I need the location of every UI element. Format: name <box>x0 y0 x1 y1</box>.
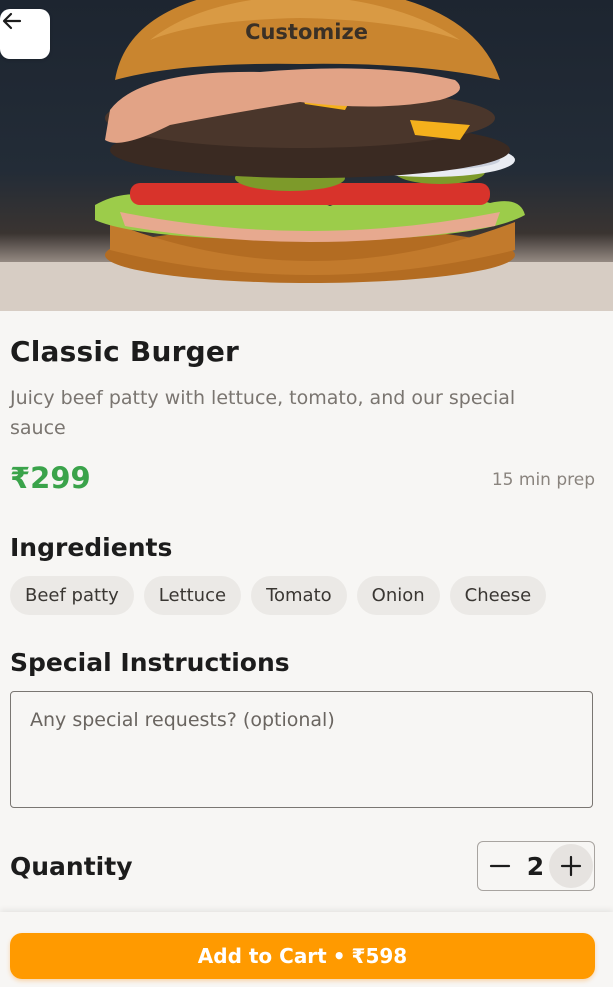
bottom-action-bar: Add to Cart • ₹598 <box>0 912 613 987</box>
ingredient-chip[interactable]: Lettuce <box>143 576 242 615</box>
ingredient-chips: Beef patty Lettuce Tomato Onion Cheese <box>10 576 547 615</box>
product-name: Classic Burger <box>10 335 240 368</box>
prep-time: 15 min prep <box>491 470 595 490</box>
add-to-cart-label: Add to Cart <box>197 944 327 968</box>
ingredient-chip[interactable]: Tomato <box>251 576 347 615</box>
quantity-heading: Quantity <box>10 852 133 881</box>
quantity-stepper: 2 <box>477 841 595 891</box>
page-title: Customize <box>245 20 368 44</box>
ingredient-chip[interactable]: Beef patty <box>10 576 134 615</box>
increase-quantity-button[interactable] <box>549 844 593 888</box>
add-to-cart-button[interactable]: Add to Cart • ₹598 <box>10 933 595 979</box>
product-price: ₹299 <box>10 461 91 495</box>
burger-illustration <box>0 0 613 311</box>
separator-dot: • <box>332 944 346 968</box>
hero-image: Customize <box>0 0 613 311</box>
ingredient-chip[interactable]: Onion <box>356 576 440 615</box>
decrease-quantity-button[interactable] <box>478 844 522 888</box>
customize-screen: Customize Classic Burger Juicy beef patt… <box>0 0 613 987</box>
ingredients-heading: Ingredients <box>10 533 173 562</box>
ingredient-chip[interactable]: Cheese <box>449 576 547 615</box>
quantity-value: 2 <box>526 851 545 881</box>
cart-total: ₹598 <box>351 944 408 968</box>
minus-icon <box>489 864 511 868</box>
plus-icon <box>560 855 582 877</box>
special-instructions-heading: Special Instructions <box>10 648 290 677</box>
special-instructions-input[interactable]: Any special requests? (optional) <box>10 691 593 808</box>
product-description: Juicy beef patty with lettuce, tomato, a… <box>10 387 516 439</box>
